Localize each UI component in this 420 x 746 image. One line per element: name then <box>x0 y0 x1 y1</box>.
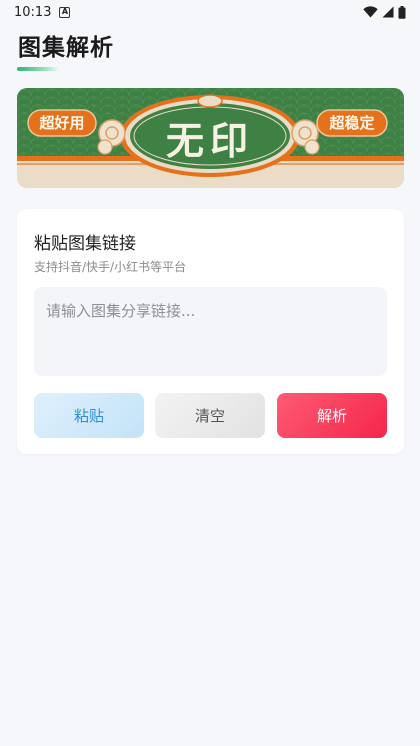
notification-icon: A <box>59 6 71 18</box>
status-bar: 10:13 A <box>0 0 420 24</box>
banner-center-text: 无印 <box>165 118 254 163</box>
banner-right-badge: 超稳定 <box>329 114 375 132</box>
card-subtitle: 支持抖音/快手/小红书等平台 <box>34 260 187 274</box>
parse-button[interactable]: 解析 <box>277 393 387 438</box>
link-parse-card: 粘贴图集链接 支持抖音/快手/小红书等平台 粘贴 清空 解析 <box>17 209 404 454</box>
notification-icon-label: A <box>61 7 69 16</box>
status-icons <box>363 5 406 19</box>
status-left: 10:13 A <box>14 4 71 20</box>
card-title: 粘贴图集链接 <box>34 234 136 254</box>
status-time: 10:13 <box>14 4 52 20</box>
battery-icon <box>398 5 406 19</box>
clear-button[interactable]: 清空 <box>155 393 265 438</box>
wifi-icon <box>363 6 378 18</box>
paste-button[interactable]: 粘贴 <box>34 393 144 438</box>
banner-left-badge: 超好用 <box>39 114 85 132</box>
title-underline <box>17 67 59 71</box>
share-link-input[interactable] <box>34 287 387 376</box>
signal-icon <box>382 6 394 18</box>
promo-banner: 超好用 超稳定 无印 <box>17 88 404 188</box>
page-title: 图集解析 <box>18 35 114 61</box>
